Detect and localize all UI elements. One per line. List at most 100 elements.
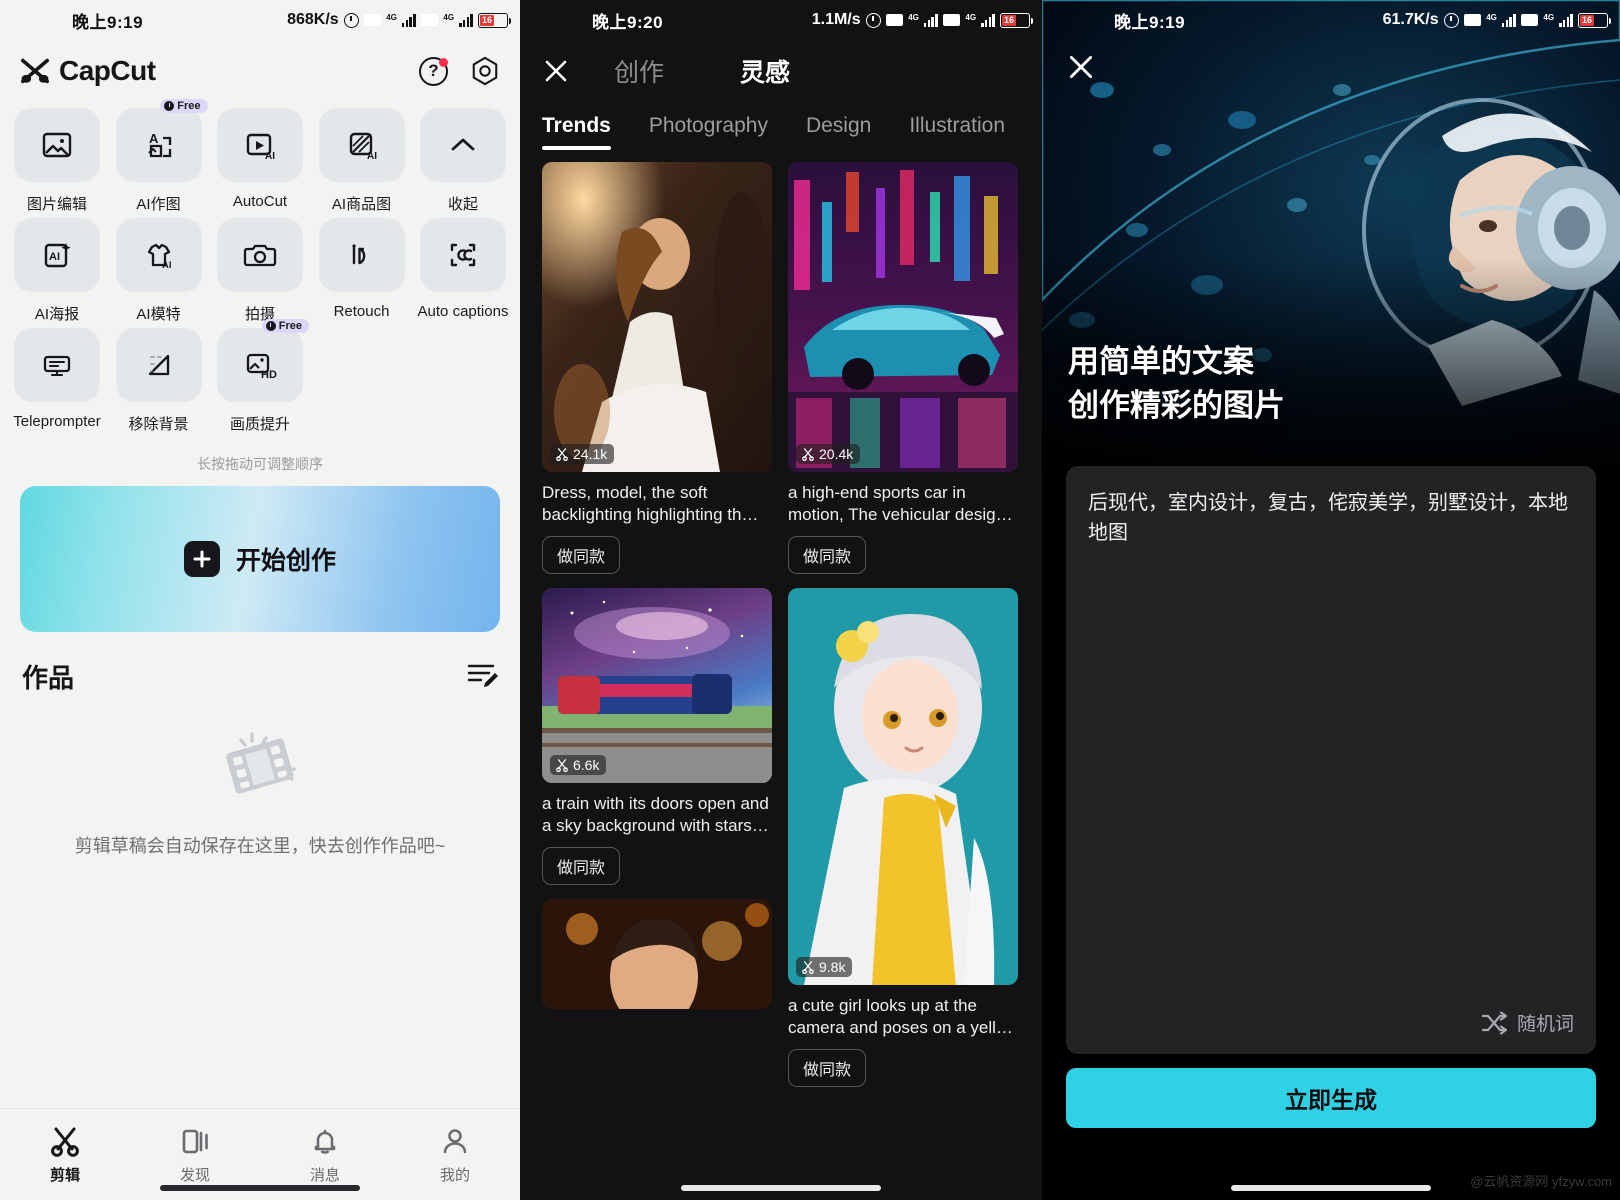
make-same-button[interactable]: 做同款 [542,536,621,575]
free-badge-label: Free [177,100,201,112]
status-network-speed-2: 1.1M/s [811,11,861,28]
tool-autocut[interactable]: AI AutoCut [217,108,303,214]
edit-list-icon[interactable] [466,661,498,692]
discover-cards-icon [182,1129,208,1153]
tool-label: AI作图 [136,196,181,213]
tool-auto-captions[interactable]: Auto captions [418,218,508,324]
woman-in-white-dress-golden-backlight-image [542,162,772,472]
tool-ai-image[interactable]: Free A AI作图 [115,99,208,214]
card-thumbnail[interactable] [542,899,772,1010]
network-type-label-6: 4G [1543,12,1555,22]
tool-hd-upscale[interactable]: Free HD 画质提升 [217,319,309,434]
make-same-button[interactable]: 做同款 [788,536,867,575]
tool-image-edit[interactable]: 图片编辑 [14,108,100,214]
tab-trends[interactable]: Trends [542,114,611,150]
tool-collapse[interactable]: 收起 [420,108,506,214]
tool-remove-background[interactable]: 移除背景 [115,328,202,434]
ai-model-shirt-icon: AI [115,218,202,292]
close-x-icon[interactable] [1066,52,1096,82]
page-title-line-1: 用简单的文案 [1068,344,1254,379]
make-same-button[interactable]: 做同款 [788,1049,867,1088]
help-circle-icon[interactable]: ? [419,56,448,86]
tab-design[interactable]: Design [806,114,871,150]
inspiration-feed-panel: 晚上9:20 1.1M/s HD 4G HD 4G 16 创作 灵感 Trend… [520,0,1042,1200]
card-thumbnail[interactable]: 24.1k [542,162,772,472]
ai-image-generation-panel: 晚上9:19 61.7K/s HD 4G HD 4G 16 用简单的文案 创作精… [1042,0,1620,1200]
sidebar-item-messages[interactable]: 消息 [260,1125,390,1185]
make-same-button[interactable]: 做同款 [542,847,621,886]
usage-count-badge: 24.1k [550,444,615,464]
battery-level-3: 16 [1580,14,1595,26]
tool-label: AI模特 [136,306,181,323]
alarm-icon [343,12,359,28]
tab-create[interactable]: 创作 [614,53,664,89]
status-bar-2: 晚上9:20 1.1M/s HD 4G HD 4G 16 [520,0,1042,40]
works-section-header: 作品 [0,632,520,695]
start-creating-button[interactable]: 开始创作 [20,486,500,632]
card-thumbnail[interactable]: 6.6k [542,588,772,784]
tool-row-1: 图片编辑 Free A AI作图 AI AutoCut AI AI商品图 收起 [14,99,506,214]
card-thumbnail[interactable]: 9.8k [788,588,1018,986]
sidebar-item-profile[interactable]: 我的 [390,1125,520,1185]
svg-text:AI: AI [265,151,275,162]
tool-ai-product[interactable]: AI AI商品图 [318,108,405,214]
tool-label: 图片编辑 [26,196,87,213]
scissors-icon [51,1127,79,1157]
scissors-icon [802,448,814,461]
autocut-play-ai-icon: AI [217,108,303,182]
list-item[interactable]: 20.4k a high-end sports car in motion, T… [788,162,1018,575]
generate-button[interactable]: 立即生成 [1066,1068,1596,1128]
remove-background-icon [115,328,202,402]
usage-count: 6.6k [573,757,600,774]
sidebar-item-discover[interactable]: 发现 [130,1125,260,1185]
anime-girl-yellow-outfit-teal-background-image [788,588,1018,986]
tool-retouch[interactable]: Retouch [318,218,405,324]
list-item[interactable]: 9.8k a cute girl looks up at the camera … [788,588,1018,1088]
network-type-label-5: 4G [1486,12,1497,22]
tab-inspiration[interactable]: 灵感 [740,53,790,89]
network-type-label: 4G [386,12,397,22]
tool-ai-poster[interactable]: AI AI海报 [14,218,100,324]
status-time: 晚上9:19 [72,12,144,32]
random-word-button[interactable]: 随机词 [1481,1009,1574,1036]
free-badge: Free [160,99,208,113]
signal-bars-icon-6 [1559,13,1573,27]
list-item[interactable]: 6.6k a train with its doors open and a s… [542,588,772,886]
inspiration-card-feed: 24.1k Dress, model, the soft backlightin… [520,150,1042,1088]
works-empty-state: 剪辑草稿会自动保存在这里，快去创作作品吧~ [0,725,520,861]
network-type-label-2: 4G [443,12,455,22]
tool-teleprompter[interactable]: Teleprompter [13,328,101,434]
tab-illustration[interactable]: Illustration [909,114,1005,150]
scissors-icon [556,448,568,461]
teleprompter-icon [14,328,100,402]
battery-level: 16 [480,14,495,26]
signal-bars-icon [401,13,416,27]
gear-hex-icon[interactable] [470,56,500,86]
alarm-icon-3 [1443,12,1459,28]
capcut-home-panel: 晚上9:19 868K/s HD 4G HD 4G 16 CapCut ? 图片… [0,0,520,1200]
home-indicator-2 [681,1185,881,1191]
svg-text:A: A [149,131,159,146]
list-item[interactable] [542,899,772,1010]
card-thumbnail[interactable]: 20.4k [788,162,1018,472]
sidebar-item-edit[interactable]: 剪辑 [0,1125,130,1185]
neon-city-sports-car-image [788,162,1018,472]
usage-count: 24.1k [573,446,608,462]
signal-bars-icon-4 [981,13,995,27]
app-header: CapCut ? [0,40,520,102]
list-item[interactable]: 24.1k Dress, model, the soft backlightin… [542,162,772,575]
tool-label: 收起 [447,196,478,213]
tool-ai-model[interactable]: AI AI模特 [115,218,202,324]
app-logo: CapCut [20,55,156,87]
works-title: 作品 [22,663,75,693]
scissors-icon [556,759,568,773]
close-x-icon[interactable] [542,57,570,85]
prompt-input[interactable]: 后现代，室内设计，复古，侘寂美学，别墅设计，本地地图 随机词 [1066,466,1596,1054]
signal-bars-icon-3 [923,13,938,27]
clock-icon [164,101,175,111]
bell-icon [314,1129,336,1154]
tab-photography[interactable]: Photography [649,114,768,150]
tool-camera[interactable]: 拍摄 [217,218,303,324]
usage-count-badge: 20.4k [796,444,861,464]
home-indicator-3 [1231,1185,1431,1191]
